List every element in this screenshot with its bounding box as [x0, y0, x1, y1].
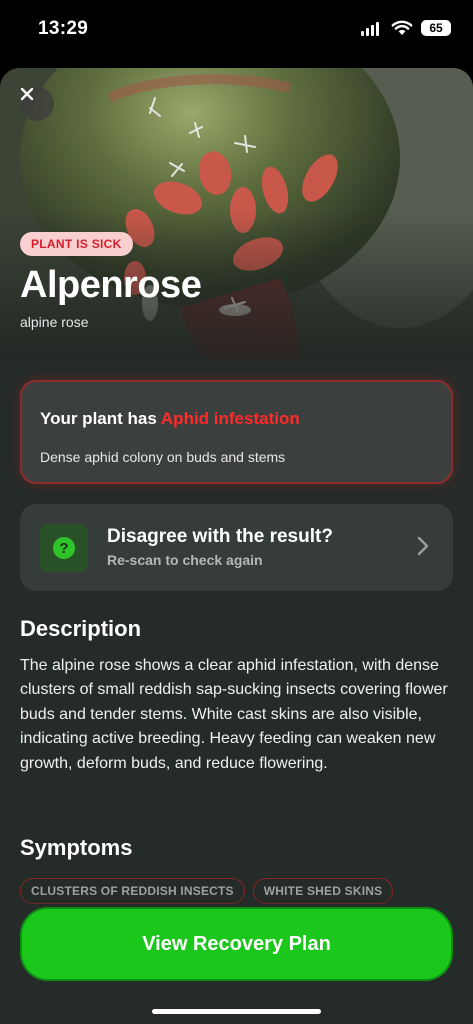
- description-text: The alpine rose shows a clear aphid infe…: [20, 657, 448, 772]
- close-button[interactable]: [20, 87, 54, 121]
- rescan-button[interactable]: ? Disagree with the result? Re-scan to c…: [20, 504, 453, 591]
- home-indicator: [152, 1009, 321, 1014]
- diagnosis-detail: Dense aphid colony on buds and stems: [40, 449, 286, 465]
- status-bar: 13:29 65: [0, 0, 473, 62]
- close-icon: [20, 87, 34, 101]
- battery-icon: 65: [421, 20, 451, 36]
- diagnosis-card: Your plant has Aphid infestation Dense a…: [20, 380, 453, 484]
- question-icon-box: ?: [40, 524, 88, 572]
- diagnosis-headline: Your plant has Aphid infestation: [40, 409, 300, 429]
- disease-name: Aphid infestation: [160, 409, 300, 428]
- cellular-signal-icon: [361, 20, 383, 36]
- view-recovery-plan-button[interactable]: View Recovery Plan: [20, 907, 453, 981]
- disagree-title: Disagree with the result?: [107, 526, 333, 547]
- plant-sick-badge: PLANT IS SICK: [20, 232, 133, 256]
- plant-photo: PLANT IS SICK Alpenrose alpine rose: [0, 68, 473, 360]
- disagree-subtitle: Re-scan to check again: [107, 552, 263, 568]
- status-time: 13:29: [38, 18, 89, 39]
- question-icon: ?: [53, 537, 75, 559]
- wifi-icon: [391, 20, 413, 35]
- diagnosis-prefix: Your plant has: [40, 409, 161, 428]
- plant-name: Alpenrose: [20, 264, 202, 306]
- diagnosis-sheet: PLANT IS SICK Alpenrose alpine rose Your…: [0, 68, 473, 1024]
- status-icons: 65: [361, 20, 451, 36]
- description-heading: Description: [20, 616, 142, 641]
- chevron-right-icon: [417, 536, 429, 556]
- plant-common-name: alpine rose: [20, 314, 89, 330]
- symptoms-heading: Symptoms: [20, 835, 133, 860]
